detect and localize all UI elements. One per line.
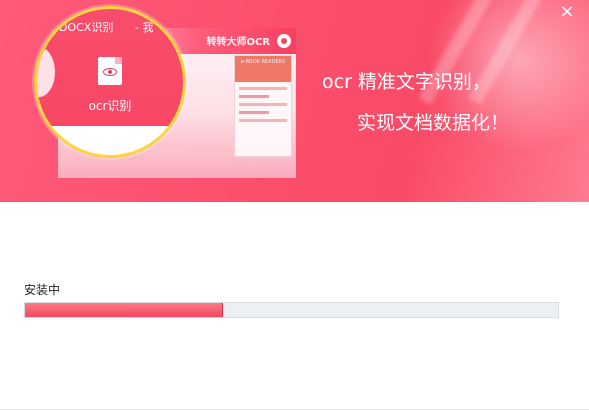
magnifier-decoration	[37, 47, 55, 97]
preview-list-line	[239, 119, 287, 122]
preview-list-line	[239, 103, 287, 106]
preview-side-panel: e-BOOK READERS	[234, 55, 292, 157]
zoom-tab-label-2: - 我	[135, 21, 154, 34]
document-eye-icon	[98, 57, 122, 85]
magnifier-circle: DOCX识别 - 我 ocr识别	[34, 6, 186, 158]
install-status-label: 安装中	[24, 283, 61, 297]
close-button[interactable]: ×	[557, 2, 577, 22]
eye-icon	[276, 33, 292, 49]
slogan-line-2: 实现文档数据化！	[357, 112, 510, 134]
header-banner: 转转大师OCR e-BOOK READERS DOCX识别 - 我 ocr识别 …	[0, 0, 589, 202]
install-progress-fill	[25, 303, 224, 317]
zoom-tab-label: DOCX识别	[59, 21, 114, 34]
slogan-line-1: ocr 精准文字识别，	[322, 71, 491, 93]
preview-list-line	[239, 111, 269, 114]
preview-panel-title: e-BOOK READERS	[235, 56, 291, 82]
preview-list-line	[239, 87, 287, 90]
ocr-label: ocr识别	[88, 99, 132, 113]
install-progress-bar	[24, 302, 559, 318]
eye-icon	[103, 68, 117, 76]
preview-title: 转转大师OCR	[206, 37, 270, 48]
preview-list-line	[239, 95, 269, 98]
